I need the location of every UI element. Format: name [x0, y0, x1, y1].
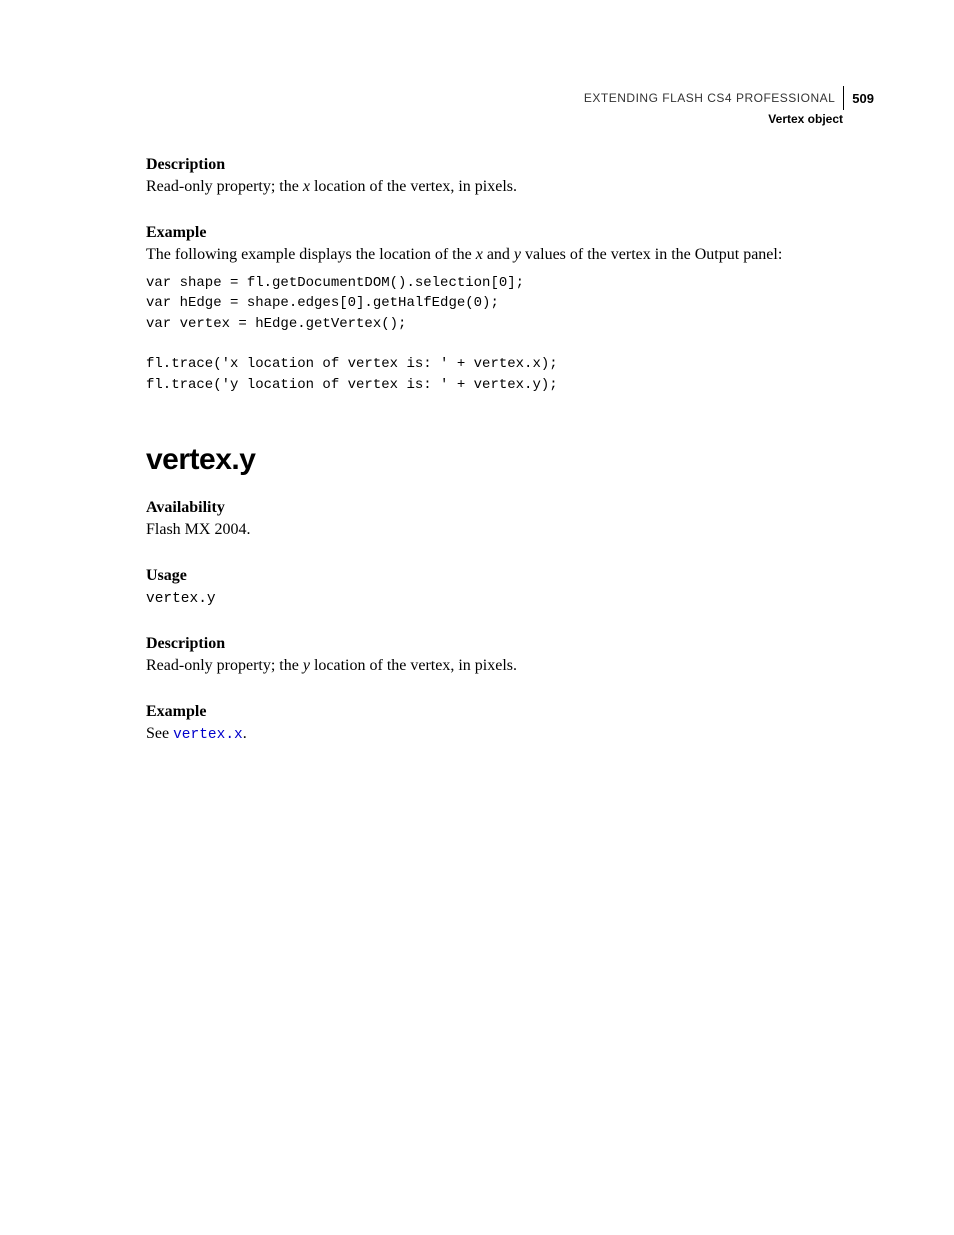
example-heading: Example: [146, 703, 874, 721]
chapter-title: Vertex object: [584, 112, 843, 126]
variable-x: x: [303, 178, 310, 195]
example-text: See vertex.x.: [146, 723, 874, 746]
availability-heading: Availability: [146, 499, 874, 517]
usage-heading: Usage: [146, 567, 874, 585]
code-inline: vertex.y: [146, 591, 216, 607]
usage-code: vertex.y: [146, 587, 874, 610]
text-fragment: location of the vertex, in pixels.: [310, 178, 517, 195]
header-separator: [843, 86, 844, 110]
text-fragment: .: [243, 725, 247, 742]
api-heading-vertex-y: vertex.y: [146, 443, 874, 477]
text-fragment: Read-only property; the: [146, 657, 303, 674]
text-fragment: and: [483, 246, 514, 263]
description-text: Read-only property; the y location of th…: [146, 655, 874, 677]
text-fragment: See: [146, 725, 173, 742]
variable-y: y: [303, 657, 310, 674]
description-heading: Description: [146, 635, 874, 653]
text-fragment: The following example displays the locat…: [146, 246, 476, 263]
crossref-link-vertex-x[interactable]: vertex.x: [173, 727, 243, 743]
text-fragment: location of the vertex, in pixels.: [310, 657, 517, 674]
description-heading: Description: [146, 156, 874, 174]
availability-text: Flash MX 2004.: [146, 519, 874, 541]
variable-x: x: [476, 246, 483, 263]
example-heading: Example: [146, 224, 874, 242]
text-fragment: Read-only property; the: [146, 178, 303, 195]
example-intro: The following example displays the locat…: [146, 244, 874, 266]
page: EXTENDING FLASH CS4 PROFESSIONAL 509 Ver…: [0, 0, 954, 1235]
page-number: 509: [852, 91, 874, 106]
variable-y: y: [514, 246, 521, 263]
running-header: EXTENDING FLASH CS4 PROFESSIONAL 509 Ver…: [584, 86, 874, 126]
code-block: var shape = fl.getDocumentDOM().selectio…: [146, 273, 874, 395]
header-line1: EXTENDING FLASH CS4 PROFESSIONAL 509: [584, 86, 874, 110]
text-fragment: values of the vertex in the Output panel…: [521, 246, 782, 263]
book-title: EXTENDING FLASH CS4 PROFESSIONAL: [584, 91, 835, 105]
description-text: Read-only property; the x location of th…: [146, 176, 874, 198]
content-area: Description Read-only property; the x lo…: [146, 156, 874, 745]
